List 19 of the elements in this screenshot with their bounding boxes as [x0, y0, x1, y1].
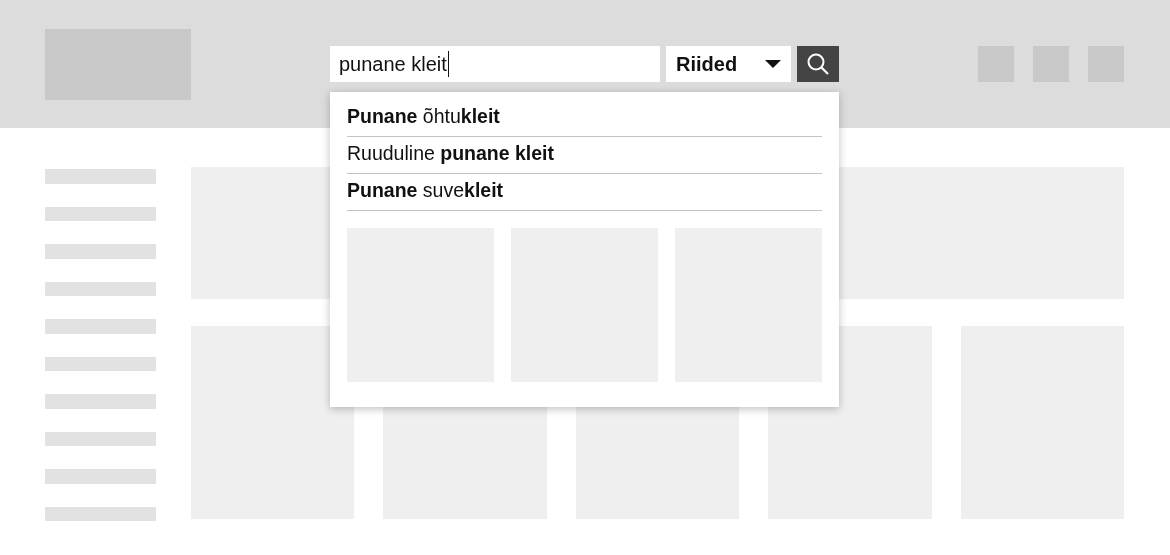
suggestion-item[interactable]: Punane õhtukleit	[347, 100, 822, 137]
sidebar-item[interactable]	[45, 356, 156, 371]
card-placeholder[interactable]	[191, 326, 355, 519]
search-icon	[806, 52, 830, 76]
suggestion-item[interactable]: Ruuduline punane kleit	[347, 137, 822, 174]
sidebar-item[interactable]	[45, 244, 156, 259]
caret-icon	[765, 59, 781, 69]
search-field[interactable]: punane kleit	[330, 46, 660, 82]
sidebar-item[interactable]	[45, 506, 156, 521]
sidebar-item[interactable]	[45, 469, 156, 484]
sidebar-item[interactable]	[45, 431, 156, 446]
sidebar-item[interactable]	[45, 394, 156, 409]
category-dropdown[interactable]: Riided	[666, 46, 791, 82]
search-button[interactable]	[797, 46, 839, 82]
sidebar-item[interactable]	[45, 281, 156, 296]
sidebar-item[interactable]	[45, 206, 156, 221]
sidebar-item[interactable]	[45, 169, 156, 184]
suggestion-item[interactable]: Punane suvekleit	[347, 174, 822, 211]
sidebar-item[interactable]	[45, 319, 156, 334]
